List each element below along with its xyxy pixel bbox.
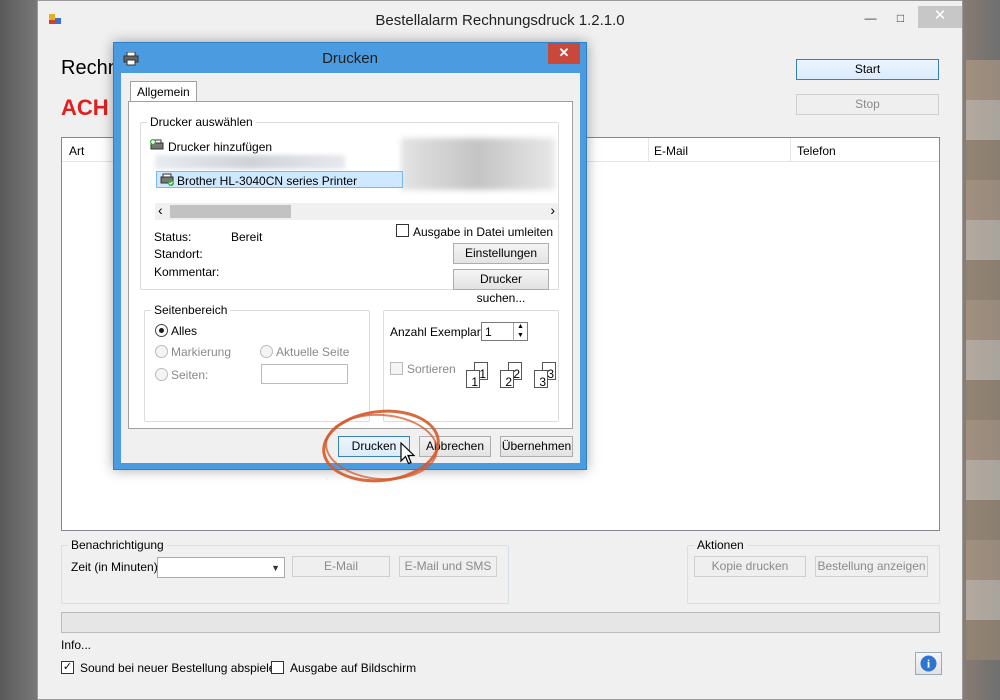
dialog-close-button[interactable]: ✕ bbox=[548, 43, 580, 64]
zeit-dropdown[interactable]: ▼ bbox=[157, 557, 285, 578]
column-email[interactable]: E-Mail bbox=[654, 144, 688, 158]
printer-item-brother-label: Brother HL-3040CN series Printer bbox=[177, 174, 358, 188]
column-separator bbox=[790, 138, 791, 161]
start-button[interactable]: Start bbox=[796, 59, 939, 80]
spin-down-icon[interactable]: ▼ bbox=[513, 332, 527, 341]
blurred-printer-entry bbox=[401, 138, 555, 190]
bestellung-anzeigen-button[interactable]: Bestellung anzeigen bbox=[815, 556, 928, 577]
alert-heading: ACH bbox=[61, 95, 109, 120]
radio-aktuelle-seite-label: Aktuelle Seite bbox=[276, 345, 350, 359]
drucker-suchen-button[interactable]: Drucker suchen... bbox=[453, 269, 549, 305]
radio-aktuelle-seite[interactable] bbox=[260, 345, 273, 358]
sound-checkbox-label: Sound bei neuer Bestellung abspielen bbox=[80, 661, 283, 675]
blurred-printer-entry bbox=[155, 155, 345, 169]
kommentar-label: Kommentar: bbox=[154, 265, 220, 279]
page-heading: Rechn bbox=[61, 57, 119, 79]
background-window-edge bbox=[966, 60, 1000, 660]
radio-seiten[interactable] bbox=[155, 368, 168, 381]
scroll-left-icon[interactable]: ‹ bbox=[158, 202, 163, 218]
scrollbar-thumb[interactable] bbox=[170, 205, 291, 218]
ausgabe-checkbox-label: Ausgabe auf Bildschirm bbox=[290, 661, 417, 675]
kopie-drucken-button[interactable]: Kopie drucken bbox=[694, 556, 806, 577]
radio-alles-label: Alles bbox=[171, 324, 198, 338]
group-title: Benachrichtigung bbox=[68, 538, 167, 552]
minimize-button[interactable]: — bbox=[857, 8, 884, 28]
benachrichtigung-group: Benachrichtigung Zeit (in Minuten) ▼ E-M… bbox=[61, 538, 509, 604]
chevron-down-icon: ▼ bbox=[271, 563, 280, 573]
tab-page-allgemein: Drucker auswählen Drucker hinzufügen Bro… bbox=[128, 101, 573, 429]
dialog-title: Drucken bbox=[322, 50, 378, 67]
radio-alles[interactable] bbox=[155, 324, 168, 337]
printer-icon bbox=[160, 173, 174, 186]
window-title: Bestellalarm Rechnungsdruck 1.2.1.0 bbox=[375, 12, 625, 29]
collate-page-icon: 3 bbox=[534, 370, 548, 389]
close-button[interactable]: ✕ bbox=[918, 6, 962, 28]
zeit-label: Zeit (in Minuten) bbox=[71, 560, 158, 574]
seiten-input[interactable] bbox=[261, 364, 348, 384]
radio-markierung[interactable] bbox=[155, 345, 168, 358]
print-to-file-label: Ausgabe in Datei umleiten bbox=[413, 225, 554, 239]
column-telefon[interactable]: Telefon bbox=[797, 144, 836, 158]
mouse-cursor-icon bbox=[400, 442, 416, 465]
radio-seiten-label: Seiten: bbox=[171, 368, 209, 382]
collate-page-icon: 2 bbox=[500, 370, 514, 389]
column-art[interactable]: Art bbox=[69, 144, 84, 158]
group-title: Drucker auswählen bbox=[147, 115, 256, 129]
uebernehmen-button[interactable]: Übernehmen bbox=[500, 436, 573, 457]
progress-bar bbox=[61, 612, 940, 633]
group-title: Seitenbereich bbox=[151, 303, 231, 317]
column-separator bbox=[648, 138, 649, 161]
scroll-right-icon[interactable]: › bbox=[550, 202, 555, 218]
copies-spinner[interactable]: 1 ▲ ▼ bbox=[481, 322, 528, 341]
copies-value: 1 bbox=[485, 325, 492, 339]
status-label: Status: bbox=[154, 230, 192, 244]
group-title: Aktionen bbox=[694, 538, 747, 552]
add-printer-icon bbox=[150, 139, 164, 150]
print-to-file-checkbox[interactable] bbox=[396, 224, 409, 237]
ausgabe-checkbox[interactable] bbox=[271, 661, 284, 674]
info-icon: i bbox=[920, 655, 937, 672]
anzahl-exemplare-label: Anzahl Exemplare: bbox=[390, 325, 491, 339]
sound-checkbox[interactable]: ✓ bbox=[61, 661, 74, 674]
print-dialog: Drucken ✕ Allgemein Drucker auswählen Dr… bbox=[113, 42, 587, 470]
email-button[interactable]: E-Mail bbox=[292, 556, 390, 577]
dialog-client: Allgemein Drucker auswählen Drucker hinz… bbox=[121, 73, 580, 463]
email-sms-button[interactable]: E-Mail und SMS bbox=[399, 556, 497, 577]
tab-allgemein[interactable]: Allgemein bbox=[130, 81, 197, 102]
sortieren-checkbox[interactable] bbox=[390, 362, 403, 375]
info-label: Info... bbox=[61, 638, 92, 652]
printer-item-add[interactable]: Drucker hinzufügen bbox=[168, 140, 272, 154]
info-button[interactable]: i bbox=[915, 652, 942, 675]
standort-label: Standort: bbox=[154, 247, 203, 261]
spin-up-icon[interactable]: ▲ bbox=[513, 323, 527, 332]
einstellungen-button[interactable]: Einstellungen bbox=[453, 243, 549, 264]
maximize-button[interactable]: □ bbox=[887, 8, 914, 28]
stop-button[interactable]: Stop bbox=[796, 94, 939, 115]
status-value: Bereit bbox=[231, 230, 263, 244]
sortieren-label: Sortieren bbox=[407, 362, 456, 376]
collate-page-icon: 1 bbox=[466, 370, 480, 389]
aktionen-group: Aktionen Kopie drucken Bestellung anzeig… bbox=[687, 538, 940, 604]
printer-list-scrollbar[interactable]: ‹ › bbox=[155, 202, 558, 220]
main-titlebar: Bestellalarm Rechnungsdruck 1.2.1.0 — □ … bbox=[38, 1, 962, 39]
radio-markierung-label: Markierung bbox=[171, 345, 232, 359]
